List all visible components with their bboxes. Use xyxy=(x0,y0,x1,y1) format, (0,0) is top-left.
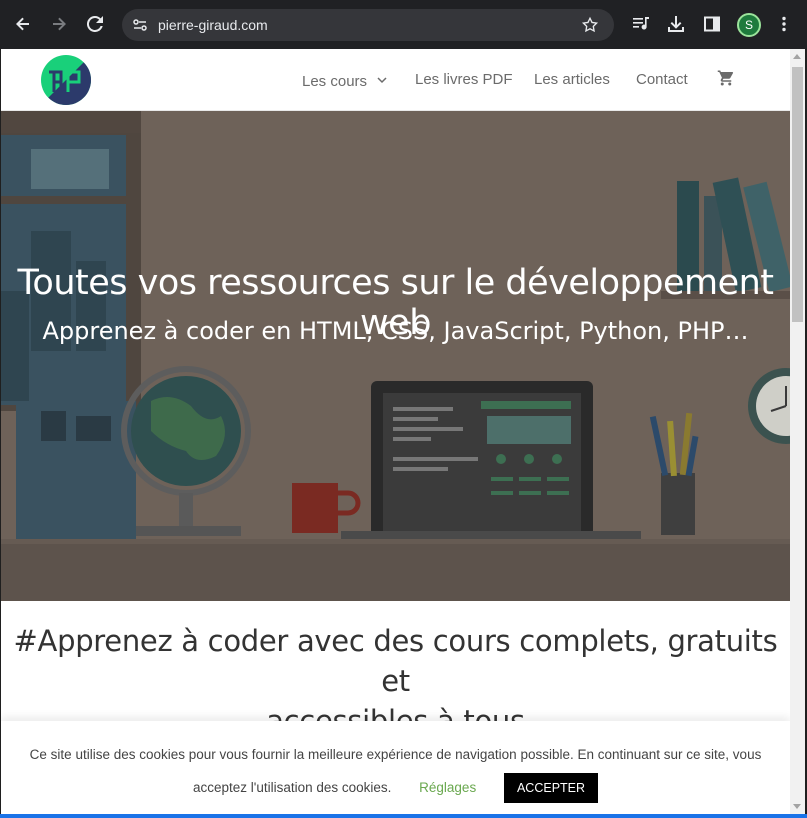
cookie-text-part1: Ce site utilise des cookies pour vous fo… xyxy=(29,747,762,762)
nav-courses-label: Les cours xyxy=(302,73,368,90)
nav-courses[interactable]: Les cours xyxy=(302,71,387,90)
hero-illustration xyxy=(1,111,790,601)
hero-subtitle: Apprenez à coder en HTML, CSS, JavaScrip… xyxy=(42,317,749,345)
cookie-text-part2: acceptez l'utilisation des cookies. xyxy=(192,780,392,795)
cart-icon[interactable] xyxy=(717,69,735,92)
forward-icon[interactable] xyxy=(45,10,73,38)
nav-articles[interactable]: Les articles xyxy=(534,71,610,88)
profile-avatar[interactable]: S xyxy=(737,13,761,37)
cookie-settings-link[interactable]: Réglages xyxy=(419,780,476,795)
chevron-down-icon xyxy=(377,71,387,88)
page-scrollbar[interactable] xyxy=(790,49,805,814)
scroll-up-icon[interactable] xyxy=(793,54,801,59)
site-header: Les cours Les livres PDF Les articles Co… xyxy=(1,49,790,111)
cookie-banner: Ce site utilise des cookies pour vous fo… xyxy=(1,721,790,814)
back-icon[interactable] xyxy=(9,10,37,38)
browser-toolbar: pierre-giraud.com S xyxy=(0,0,807,49)
more-icon[interactable] xyxy=(772,12,796,36)
side-panel-icon[interactable] xyxy=(700,12,724,36)
scroll-down-icon[interactable] xyxy=(793,804,801,809)
scroll-thumb[interactable] xyxy=(792,67,803,322)
nav-books[interactable]: Les livres PDF xyxy=(415,71,513,88)
window-bottom-edge xyxy=(0,814,807,818)
hero-banner: Toutes vos ressources sur le développeme… xyxy=(1,111,790,601)
site-info-icon[interactable] xyxy=(132,17,148,38)
nav-contact[interactable]: Contact xyxy=(636,71,688,88)
star-icon[interactable] xyxy=(581,16,599,39)
cookie-accept-button[interactable]: ACCEPTER xyxy=(503,773,599,804)
site-logo[interactable] xyxy=(40,54,92,106)
download-icon[interactable] xyxy=(664,12,688,36)
url-text[interactable]: pierre-giraud.com xyxy=(158,17,268,33)
media-icon[interactable] xyxy=(629,12,653,36)
page-heading-line-1: #Apprenez à coder avec des cours complet… xyxy=(13,624,778,698)
page-viewport: Les cours Les livres PDF Les articles Co… xyxy=(1,49,790,814)
reload-icon[interactable] xyxy=(81,10,109,38)
address-bar[interactable]: pierre-giraud.com xyxy=(122,9,614,41)
cookie-text: Ce site utilise des cookies pour vous fo… xyxy=(11,738,780,804)
